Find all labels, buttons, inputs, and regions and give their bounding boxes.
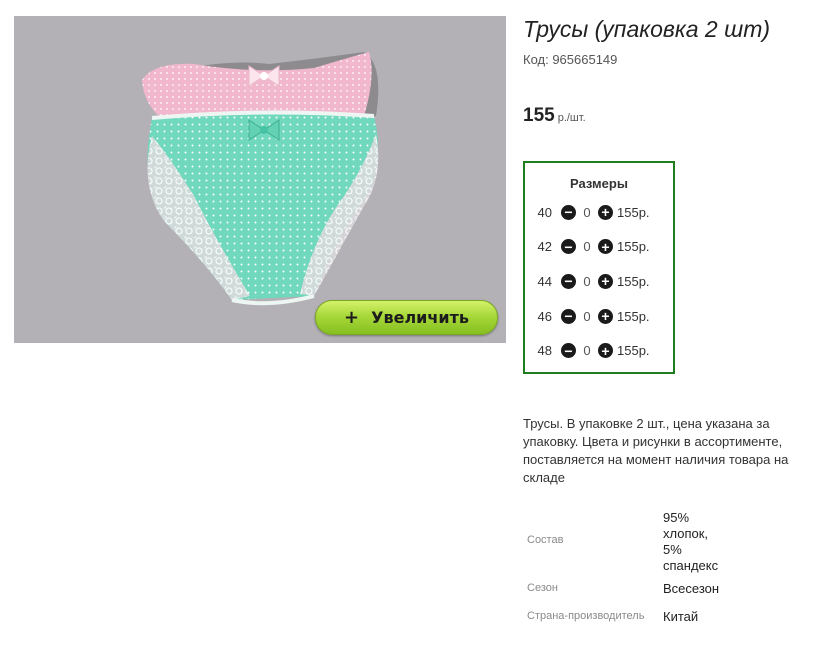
minus-icon[interactable]: − [561,343,576,359]
minus-icon[interactable]: − [561,204,576,220]
size-price: 155р. [617,308,650,324]
minus-icon[interactable]: − [561,308,576,324]
size-price: 155р. [617,204,650,220]
minus-icon[interactable]: − [561,273,576,289]
size-row-40: 40 − 0 + 155р. [525,195,673,230]
quantity-value: 0 [583,273,591,289]
price-unit: р./шт. [557,112,586,124]
quantity-value: 0 [583,308,591,324]
plus-icon[interactable]: + [598,273,613,289]
price-amount: 155 [523,105,555,126]
zoom-button[interactable]: + Увеличить [315,300,498,335]
size-label: 42 [537,239,552,255]
sizes-panel: Размеры 40 − 0 + 155р. 42 − 0 + 155р. 44… [523,161,675,374]
attr-value-country: Китай [663,609,699,624]
product-photo[interactable]: + Увеличить [14,16,506,343]
size-label: 44 [537,273,552,289]
size-label: 48 [537,343,552,359]
product-code: Код: 965665149 [523,52,618,67]
minus-icon[interactable]: − [561,239,576,255]
size-row-42: 42 − 0 + 155р. [525,230,673,265]
zoom-button-label: Увеличить [371,308,469,327]
product-title: Трусы (упаковка 2 шт) [523,16,771,42]
plus-icon[interactable]: + [598,239,613,255]
attr-label-composition: Состав [527,534,564,546]
attr-value-composition: 95% хлопок, 5% спандекс [663,510,719,573]
size-row-46: 46 − 0 + 155р. [525,299,673,334]
product-description: Трусы. В упаковке 2 шт., цена указана за… [523,416,789,485]
size-price: 155р. [617,239,650,255]
attr-value-season: Всесезон [663,581,720,596]
quantity-value: 0 [583,239,591,255]
plus-icon[interactable]: + [598,204,613,220]
size-label: 46 [537,308,552,324]
size-label: 40 [537,204,552,220]
quantity-value: 0 [583,343,591,359]
size-row-48: 48 − 0 + 155р. [525,333,673,368]
size-row-44: 44 − 0 + 155р. [525,264,673,299]
plus-icon[interactable]: + [598,308,613,324]
attr-label-country: Страна-производитель [527,610,645,622]
price: 155 р./шт. [523,105,586,127]
briefs-image [142,52,379,306]
size-price: 155р. [617,343,650,359]
size-price: 155р. [617,273,650,289]
plus-icon: + [344,307,360,328]
attr-label-season: Сезон [527,582,558,594]
sizes-header: Размеры [570,176,628,191]
quantity-value: 0 [583,204,591,220]
plus-icon[interactable]: + [598,343,613,359]
